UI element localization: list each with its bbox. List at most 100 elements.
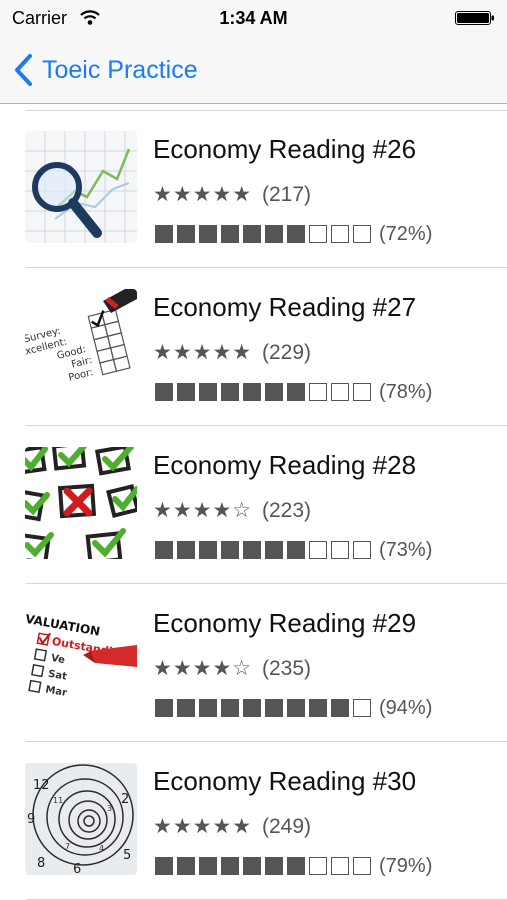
list-item[interactable]: Economy Reading #26 ★★★★★ (217) (72%): [0, 110, 507, 268]
rating-count: (223): [261, 499, 312, 522]
progress-segment-filled: [221, 383, 239, 401]
progress-segment-filled: [221, 699, 239, 717]
progress-bar: [155, 699, 375, 717]
progress-segment-empty: [353, 541, 371, 559]
progress-segment-filled: [265, 225, 283, 243]
item-title: Economy Reading #28: [153, 450, 417, 480]
progress-segment-filled: [199, 857, 217, 875]
progress-segment-filled: [199, 225, 217, 243]
checkbox-cross-icon: [25, 447, 137, 559]
progress-segment-empty: [309, 225, 327, 243]
svg-text:5: 5: [123, 848, 131, 863]
progress-segment-empty: [331, 541, 349, 559]
rating-count: (235): [261, 657, 312, 680]
progress-segment-filled: [309, 699, 327, 717]
progress-segment-filled: [177, 383, 195, 401]
star-rating: ★★★★☆: [153, 656, 253, 680]
progress-segment-filled: [221, 541, 239, 559]
star-rating: ★★★★★: [153, 814, 253, 838]
rating: ★★★★★ (217): [153, 182, 311, 207]
progress-segment-filled: [287, 225, 305, 243]
star-rating: ★★★★★: [153, 340, 253, 364]
navigation-bar: Toeic Practice: [0, 36, 507, 104]
evaluation-form-icon: VALUATION Outstanding Ve Sat Mar: [25, 605, 137, 717]
progress-bar: [155, 225, 375, 243]
progress-segment-empty: [331, 383, 349, 401]
status-time: 1:34 AM: [219, 8, 288, 28]
rating: ★★★★☆ (235): [153, 656, 311, 681]
progress-segment-filled: [287, 541, 305, 559]
survey-form-icon: Survey:Excellent: Good:Fair:Poor:: [25, 289, 137, 401]
svg-text:8: 8: [37, 856, 45, 871]
progress-percent: (78%): [379, 380, 433, 403]
svg-text:4: 4: [99, 844, 104, 853]
thumbnail: 12 9 8 2 5 6 11 3 7 4: [25, 763, 137, 875]
magnifier-chart-icon: [25, 131, 137, 243]
progress-segment-filled: [287, 699, 305, 717]
progress-segment-filled: [243, 857, 261, 875]
list-item[interactable]: Economy Reading #28 ★★★★☆ (223) (73%): [0, 426, 507, 584]
progress-segment-filled: [243, 699, 261, 717]
progress-segment-filled: [221, 225, 239, 243]
status-bar: Carrier 1:34 AM: [0, 0, 507, 36]
progress-segment-filled: [221, 857, 239, 875]
item-title: Economy Reading #30: [153, 766, 417, 796]
rating-count: (249): [261, 815, 312, 838]
svg-text:7: 7: [65, 842, 70, 851]
chevron-left-icon: [15, 54, 32, 86]
progress-segment-filled: [177, 225, 195, 243]
list-item[interactable]: 12 9 8 2 5 6 11 3 7 4 Economy Reading #30 ★★★★★…: [0, 742, 507, 900]
rating: ★★★★☆ (223): [153, 498, 311, 523]
progress-segment-empty: [309, 541, 327, 559]
progress-bar: [155, 541, 375, 559]
progress-percent: (72%): [379, 222, 433, 245]
thumbnail: VALUATION Outstanding Ve Sat Mar: [25, 605, 137, 717]
battery-icon: [455, 11, 494, 25]
item-title: Economy Reading #26: [153, 134, 417, 164]
progress-segment-empty: [331, 225, 349, 243]
list-item[interactable]: VALUATION Outstanding Ve Sat Mar Economy…: [0, 584, 507, 742]
back-button-label: Toeic Practice: [42, 55, 198, 84]
reading-list[interactable]: Economy Reading #26 ★★★★★ (217) (72%) Su…: [0, 104, 507, 900]
progress: (79%): [155, 854, 432, 878]
rating: ★★★★★ (229): [153, 340, 311, 365]
progress-segment-filled: [243, 383, 261, 401]
progress: (73%): [155, 538, 432, 562]
progress-percent: (73%): [379, 538, 433, 561]
progress-segment-filled: [155, 383, 173, 401]
progress-segment-filled: [243, 541, 261, 559]
progress-segment-empty: [331, 857, 349, 875]
svg-text:2: 2: [121, 792, 129, 807]
progress-segment-filled: [287, 383, 305, 401]
progress-segment-empty: [309, 857, 327, 875]
progress-segment-filled: [155, 541, 173, 559]
star-rating: ★★★★☆: [153, 498, 253, 522]
svg-text:6: 6: [73, 862, 81, 875]
progress-segment-filled: [265, 699, 283, 717]
progress: (72%): [155, 222, 432, 246]
rating-count: (217): [261, 183, 312, 206]
progress-segment-empty: [353, 225, 371, 243]
progress-segment-filled: [199, 383, 217, 401]
progress: (78%): [155, 380, 432, 404]
progress-percent: (79%): [379, 854, 433, 877]
progress-bar: [155, 383, 375, 401]
progress-segment-filled: [155, 699, 173, 717]
progress-segment-empty: [353, 699, 371, 717]
progress-segment-empty: [353, 383, 371, 401]
svg-text:11: 11: [53, 796, 63, 805]
svg-text:9: 9: [27, 812, 35, 827]
progress-segment-filled: [155, 857, 173, 875]
item-title: Economy Reading #29: [153, 608, 417, 638]
thumbnail: [25, 131, 137, 243]
thumbnail: [25, 447, 137, 559]
progress-segment-empty: [309, 383, 327, 401]
spiral-clock-icon: 12 9 8 2 5 6 11 3 7 4: [25, 763, 137, 875]
progress-segment-filled: [177, 699, 195, 717]
back-button[interactable]: Toeic Practice: [12, 36, 198, 104]
progress-bar: [155, 857, 375, 875]
svg-text:3: 3: [107, 804, 112, 813]
list-item[interactable]: Survey: Excellent: Good: Fair: Poor: Econom…: [0, 268, 507, 426]
progress-percent: (94%): [379, 696, 433, 719]
progress-segment-filled: [331, 699, 349, 717]
